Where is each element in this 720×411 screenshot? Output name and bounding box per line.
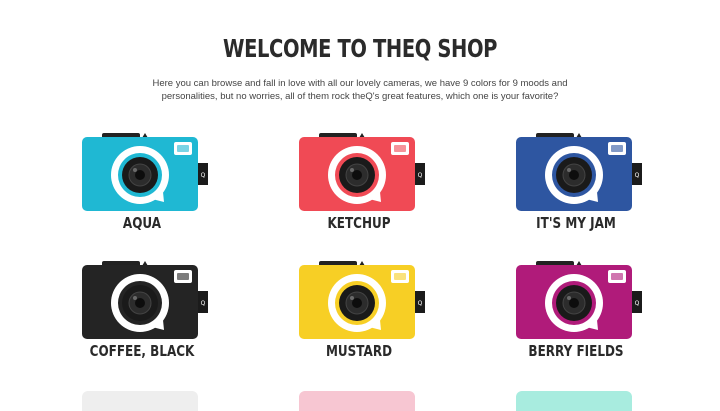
product-card-partial[interactable] [299,391,415,411]
camera-lens-center [569,298,579,308]
camera-lens-glare [350,296,354,300]
product-card-mustard[interactable]: Q MUSTARD [279,258,439,383]
camera-image: Q [299,261,425,339]
camera-viewfinder-glass [394,273,406,280]
product-card-aqua[interactable]: Q AQUA [62,130,222,255]
camera-image: Q [82,133,208,211]
product-card-partial[interactable] [82,391,198,411]
camera-viewfinder-glass [611,273,623,280]
camera-logo-icon: Q [418,300,423,307]
camera-lens-glare [567,168,571,172]
camera-logo-icon: Q [635,300,640,307]
camera-logo-icon: Q [201,172,206,179]
camera-logo-icon: Q [201,300,206,307]
product-name: COFFEE, BLACK [89,342,195,360]
product-name: AQUA [122,214,162,232]
camera-image: Q [82,261,208,339]
product-grid: Q AQUA Q KETCHUP Q IT'S MY JAM Q COFFEE,… [0,0,720,411]
product-card-partial[interactable] [516,391,632,411]
product-name: MUSTARD [325,342,393,360]
product-name: BERRY FIELDS [528,342,624,360]
camera-logo-icon: Q [635,172,640,179]
camera-lens-center [135,170,145,180]
camera-viewfinder-glass [177,145,189,152]
product-card-ketchup[interactable]: Q KETCHUP [279,130,439,255]
camera-lens-center [569,170,579,180]
camera-viewfinder-glass [394,145,406,152]
product-card-coffee-black[interactable]: Q COFFEE, BLACK [62,258,222,383]
camera-lens-glare [133,296,137,300]
camera-lens-glare [133,168,137,172]
camera-lens-center [135,298,145,308]
camera-logo-icon: Q [418,172,423,179]
camera-image: Q [299,133,425,211]
camera-viewfinder-glass [177,273,189,280]
camera-image: Q [516,261,642,339]
camera-image: Q [516,133,642,211]
product-name: IT'S MY JAM [536,214,616,232]
camera-lens-center [352,298,362,308]
product-name: KETCHUP [327,214,391,232]
camera-lens-glare [567,296,571,300]
camera-viewfinder-glass [611,145,623,152]
camera-lens-center [352,170,362,180]
camera-lens-glare [350,168,354,172]
product-card-berry-fields[interactable]: Q BERRY FIELDS [496,258,656,383]
product-card-its-my-jam[interactable]: Q IT'S MY JAM [496,130,656,255]
